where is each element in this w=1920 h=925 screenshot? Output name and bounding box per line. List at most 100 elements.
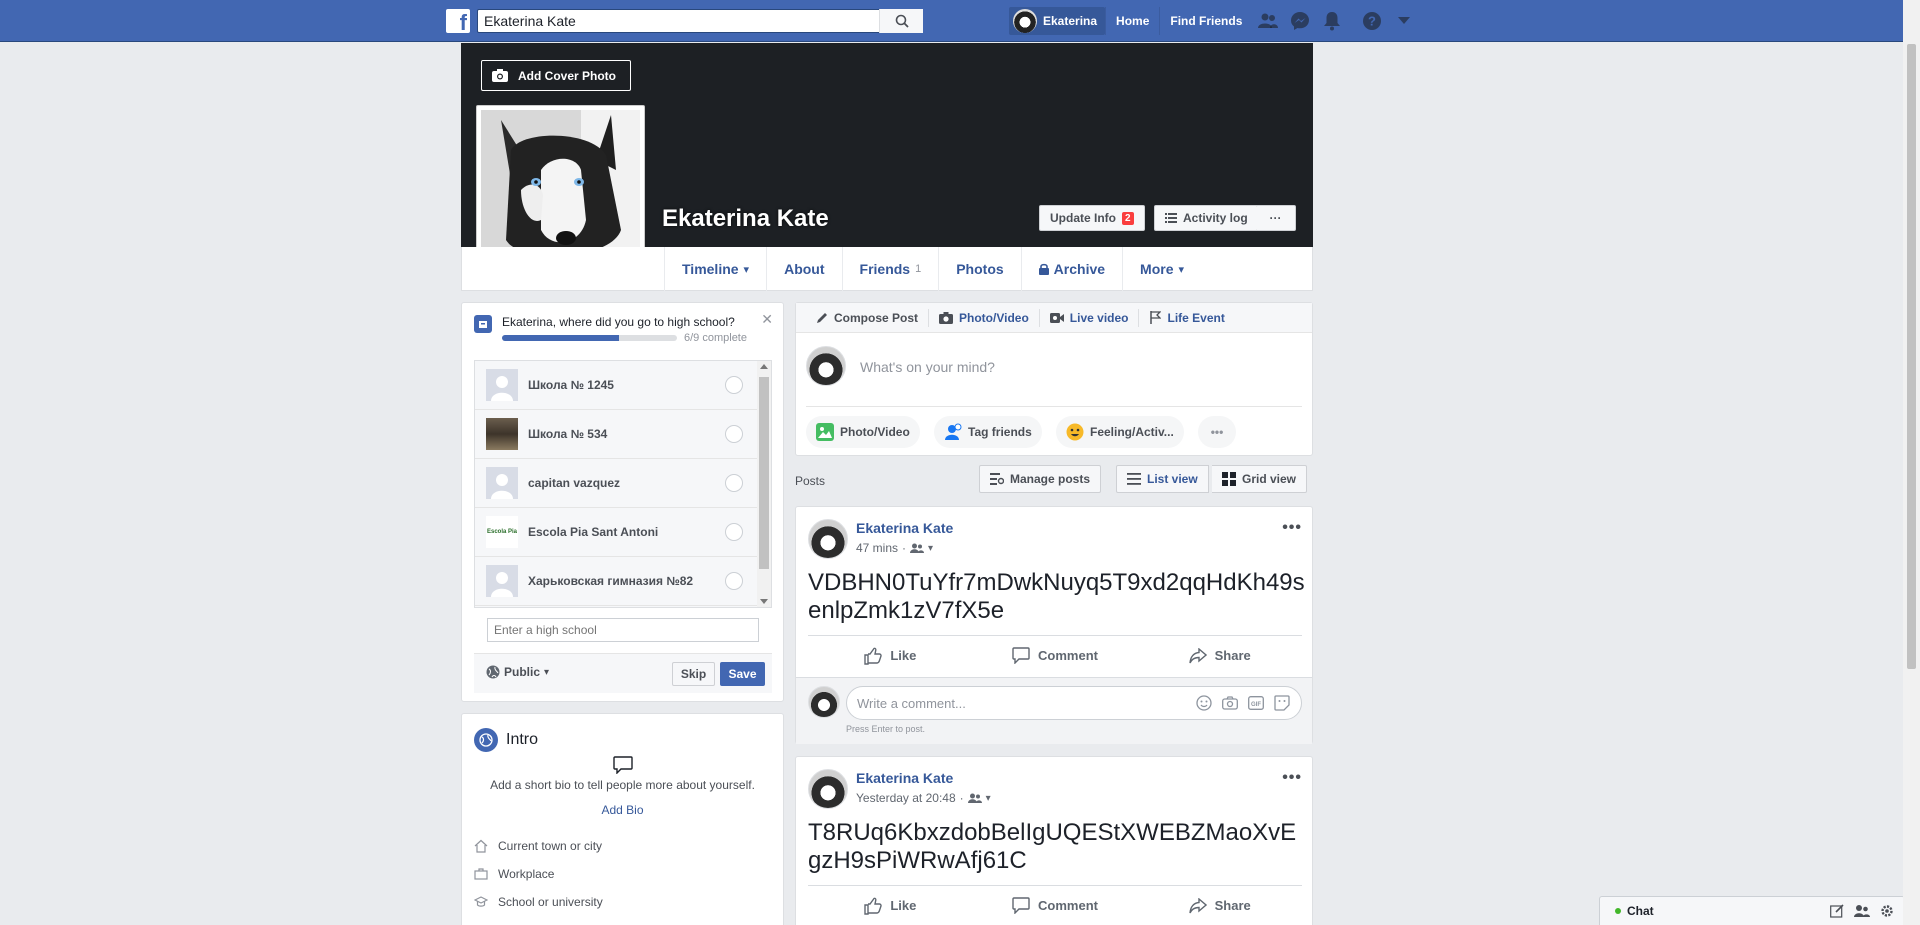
compose-input[interactable]: What's on your mind? xyxy=(860,359,995,375)
school-radio[interactable] xyxy=(725,376,743,394)
search-button[interactable] xyxy=(879,9,923,33)
nav-home-link[interactable]: Home xyxy=(1105,7,1159,35)
intro-row-label: School or university xyxy=(498,895,603,909)
list-item[interactable]: Харьковская гимназия №82 xyxy=(475,557,771,606)
intro-row-town[interactable]: Current town or city xyxy=(474,839,602,853)
sticker-icon[interactable] xyxy=(1274,695,1290,711)
high-school-footer: Public ▾ Skip Save xyxy=(474,653,772,693)
feeling-activity-chip[interactable]: Feeling/Activ... xyxy=(1056,416,1184,448)
friends-audience-icon[interactable] xyxy=(910,543,925,553)
close-icon[interactable]: ✕ xyxy=(761,311,773,328)
list-item[interactable]: Escola Pia Escola Pia Sant Antoni xyxy=(475,508,771,557)
add-bio-link[interactable]: Add Bio xyxy=(462,803,783,817)
search-box[interactable] xyxy=(477,9,923,33)
chat-bar[interactable]: Chat xyxy=(1599,896,1905,925)
caret-down-icon[interactable]: ▾ xyxy=(986,793,991,804)
notifications-icon[interactable] xyxy=(1316,7,1348,35)
facebook-logo-icon[interactable]: f xyxy=(446,9,470,33)
emoji-icon[interactable] xyxy=(1196,695,1212,711)
like-button[interactable]: Like xyxy=(808,886,973,925)
list-item[interactable]: Школа № 1245 xyxy=(475,361,771,410)
like-button[interactable]: Like xyxy=(808,636,973,675)
account-menu-icon[interactable] xyxy=(1388,7,1420,35)
comment-button[interactable]: Comment xyxy=(973,886,1138,925)
profile-name[interactable]: Ekaterina Kate xyxy=(662,205,829,233)
share-button[interactable]: Share xyxy=(1137,886,1302,925)
tab-archive[interactable]: Archive xyxy=(1022,247,1124,291)
privacy-selector[interactable]: Public ▾ xyxy=(486,665,549,679)
post-menu-icon[interactable]: ••• xyxy=(1282,769,1302,787)
tab-timeline[interactable]: Timeline ▾ xyxy=(664,247,768,291)
list-view-button[interactable]: List view xyxy=(1116,465,1209,493)
post-author[interactable]: Ekaterina Kate xyxy=(856,520,953,536)
post-time[interactable]: Yesterday at 20:48 xyxy=(856,791,956,805)
friend-requests-icon[interactable] xyxy=(1252,7,1284,35)
new-message-icon[interactable] xyxy=(1830,904,1844,918)
tag-friends-icon xyxy=(945,423,962,440)
photo-video-chip[interactable]: Photo/Video xyxy=(806,416,920,448)
tab-more[interactable]: More ▾ xyxy=(1123,247,1201,291)
scroll-thumb[interactable] xyxy=(759,377,769,569)
school-radio[interactable] xyxy=(725,523,743,541)
intro-row-workplace[interactable]: Workplace xyxy=(474,867,554,881)
avatar[interactable] xyxy=(808,769,848,809)
post-time[interactable]: 47 mins xyxy=(856,541,898,555)
help-icon[interactable]: ? xyxy=(1356,7,1388,35)
scroll-up-icon[interactable] xyxy=(760,364,768,369)
list-scrollbar[interactable] xyxy=(757,361,771,607)
school-icon xyxy=(474,315,492,333)
avatar[interactable] xyxy=(806,346,846,386)
intro-row-label: Current town or city xyxy=(498,839,603,853)
tab-compose-post[interactable]: Compose Post xyxy=(806,308,930,327)
nav-find-friends-link[interactable]: Find Friends xyxy=(1159,7,1252,35)
tab-live-video[interactable]: Live video xyxy=(1040,308,1140,327)
camera-icon[interactable] xyxy=(1222,696,1238,710)
activity-log-label: Activity log xyxy=(1183,211,1248,225)
tab-photo-video[interactable]: Photo/Video xyxy=(929,308,1040,327)
skip-button[interactable]: Skip xyxy=(672,662,715,686)
post-author[interactable]: Ekaterina Kate xyxy=(856,770,953,786)
nav-profile-button[interactable]: Ekaterina xyxy=(1009,7,1106,35)
manage-posts-button[interactable]: Manage posts xyxy=(979,465,1102,493)
list-item[interactable]: Школа № 534 xyxy=(475,410,771,459)
update-info-button[interactable]: Update Info 2 xyxy=(1039,205,1145,231)
share-button[interactable]: Share xyxy=(1137,636,1302,675)
list-item[interactable]: capitan vazquez xyxy=(475,459,771,508)
more-options-chip[interactable]: ••• xyxy=(1198,416,1236,448)
tag-friends-chip[interactable]: Tag friends xyxy=(934,416,1042,448)
tab-life-event[interactable]: Life Event xyxy=(1139,309,1234,327)
high-school-question: Ekaterina, where did you go to high scho… xyxy=(502,315,735,329)
caret-down-icon[interactable]: ▾ xyxy=(928,543,933,554)
chat-settings-icon[interactable] xyxy=(1880,904,1894,918)
lock-icon xyxy=(1038,263,1049,275)
scroll-thumb[interactable] xyxy=(1907,44,1916,669)
scroll-down-icon[interactable] xyxy=(760,599,768,604)
gif-icon[interactable]: GIF xyxy=(1248,696,1264,710)
add-cover-photo-button[interactable]: Add Cover Photo xyxy=(481,60,631,91)
page-scrollbar[interactable] xyxy=(1903,0,1920,925)
friends-audience-icon[interactable] xyxy=(967,793,982,803)
tab-about[interactable]: About xyxy=(767,247,843,291)
intro-row-school[interactable]: School or university xyxy=(474,895,603,909)
post-menu-icon[interactable]: ••• xyxy=(1282,519,1302,537)
create-group-icon[interactable] xyxy=(1854,904,1870,918)
tab-photos[interactable]: Photos xyxy=(939,247,1022,291)
messenger-icon[interactable] xyxy=(1284,7,1316,35)
comment-button[interactable]: Comment xyxy=(973,636,1138,675)
school-radio[interactable] xyxy=(725,572,743,590)
grid-view-button[interactable]: Grid view xyxy=(1212,465,1308,493)
nav-right: Ekaterina Home Find Friends ? xyxy=(1009,7,1420,35)
tab-friends[interactable]: Friends 1 xyxy=(843,247,940,291)
high-school-input[interactable] xyxy=(487,618,759,642)
search-input[interactable] xyxy=(478,10,922,32)
save-button[interactable]: Save xyxy=(720,662,765,686)
online-status-dot xyxy=(1615,908,1621,914)
post-actions: Like Comment Share xyxy=(808,885,1302,925)
activity-log-button[interactable]: Activity log xyxy=(1154,205,1259,231)
more-options-button[interactable]: ··· xyxy=(1256,205,1296,231)
school-radio[interactable] xyxy=(725,425,743,443)
school-radio[interactable] xyxy=(725,474,743,492)
avatar[interactable] xyxy=(808,519,848,559)
profile-tabs: Timeline ▾ About Friends 1 Photos Archive … xyxy=(664,247,1201,291)
school-suggestions-list: Школа № 1245 Школа № 534 capitan vazquez… xyxy=(474,360,772,608)
